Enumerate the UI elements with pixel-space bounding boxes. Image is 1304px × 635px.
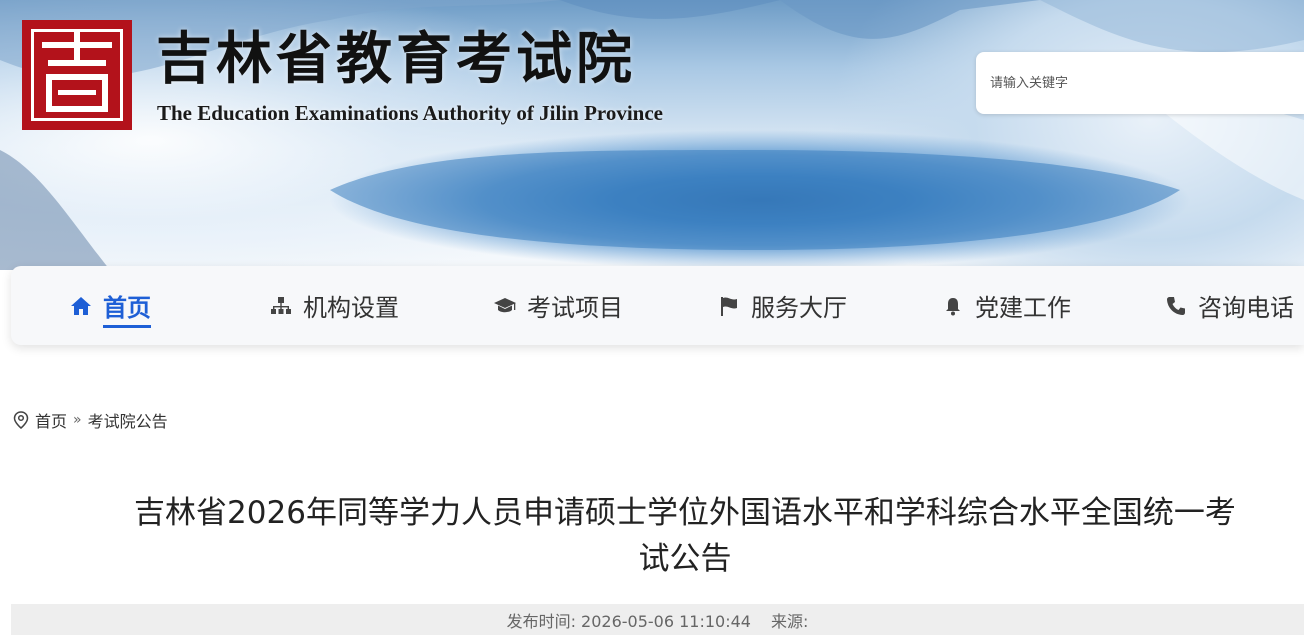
logo-seal [22, 20, 132, 130]
site-title: 吉林省教育考试院 [156, 26, 636, 92]
nav-item-hotline[interactable]: 咨询电话 [1164, 266, 1294, 345]
home-icon [69, 294, 93, 318]
breadcrumb-home-link[interactable]: 首页 [35, 408, 67, 432]
nav-item-home[interactable]: 首页 [69, 266, 151, 345]
article-title-line-1: 吉林省2026年同等学力人员申请硕士学位外国语水平和学科综合水平全国统一考 [134, 495, 1236, 531]
nav-label-party-building: 党建工作 [975, 294, 1071, 322]
article-title-line-2: 试公告 [638, 541, 732, 577]
nav-label-hotline: 咨询电话 [1198, 294, 1294, 322]
double-chevron-right-icon: » [73, 412, 82, 428]
org-chart-icon [269, 294, 293, 318]
graduation-cap-icon [493, 294, 517, 318]
nav-item-party-building[interactable]: 党建工作 [941, 266, 1071, 345]
location-pin-icon [13, 411, 29, 429]
article-source: 来源: [771, 611, 809, 631]
nav-label-exams: 考试项目 [527, 294, 623, 322]
main-nav: 首页 机构设置 考试项目 服务大厅 党建工作 咨询电话 [11, 266, 1304, 345]
nav-label-organization: 机构设置 [303, 294, 399, 322]
nav-item-exams[interactable]: 考试项目 [493, 266, 623, 345]
site-subtitle-en: The Education Examinations Authority of … [157, 101, 663, 125]
breadcrumb-current-link[interactable]: 考试院公告 [88, 408, 168, 432]
article-meta-bar: 发布时间: 2026-05-06 11:10:44 来源: [11, 604, 1304, 635]
phone-icon [1164, 294, 1188, 318]
bell-icon [941, 294, 965, 318]
flag-icon [717, 294, 741, 318]
nav-label-home: 首页 [103, 288, 151, 328]
article-title: 吉林省2026年同等学力人员申请硕士学位外国语水平和学科综合水平全国统一考 试公… [70, 490, 1300, 582]
nav-item-organization[interactable]: 机构设置 [269, 266, 399, 345]
search-box [976, 52, 1304, 114]
header-banner: 吉林省教育考试院 The Education Examinations Auth… [0, 0, 1304, 270]
nav-item-service-hall[interactable]: 服务大厅 [717, 266, 847, 345]
search-input[interactable] [976, 52, 1304, 114]
seal-glyph [42, 32, 112, 112]
nav-label-service-hall: 服务大厅 [751, 294, 847, 322]
publish-time: 发布时间: 2026-05-06 11:10:44 [506, 611, 751, 631]
breadcrumb: 首页 » 考试院公告 [13, 409, 168, 431]
